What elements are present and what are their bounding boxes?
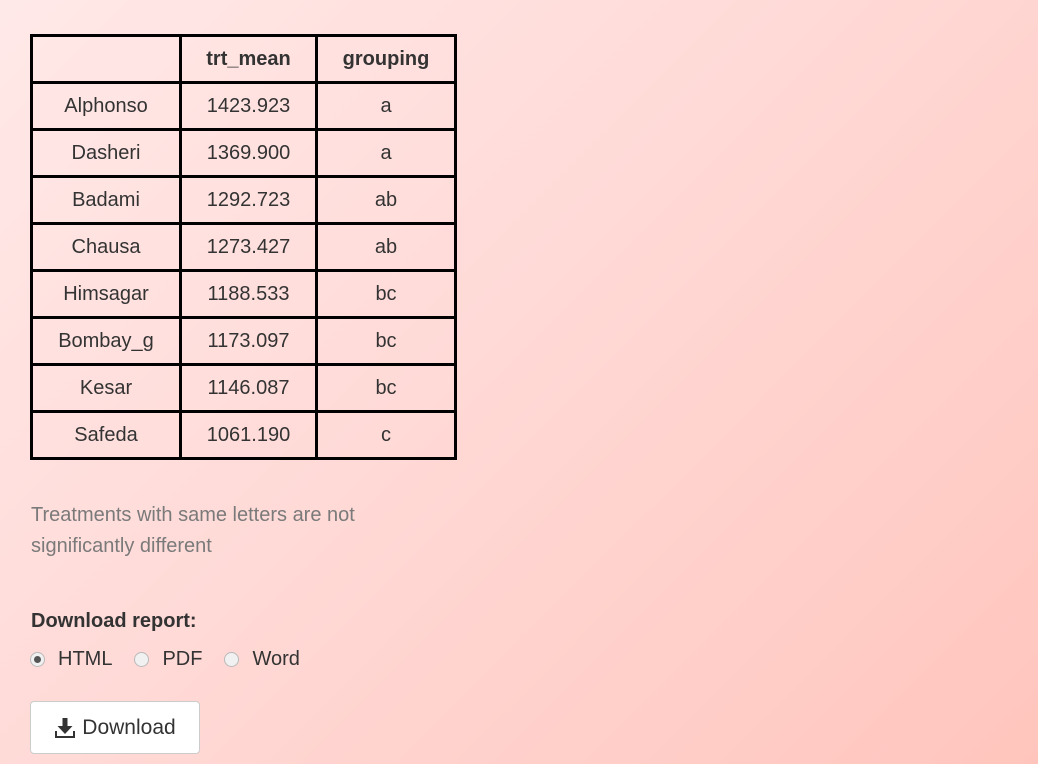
grouping-cell: bc — [315, 363, 457, 413]
radio-pdf[interactable]: PDF — [134, 648, 202, 671]
radio-html-button[interactable] — [30, 652, 45, 667]
table-row: Kesar 1146.087 bc — [30, 363, 457, 413]
radio-html[interactable]: HTML — [30, 648, 112, 671]
grouping-cell: a — [315, 128, 457, 178]
treatment-cell: Kesar — [30, 363, 182, 413]
grouping-cell: a — [315, 81, 457, 131]
trt-mean-cell: 1173.097 — [179, 316, 318, 366]
table-row: Bombay_g 1173.097 bc — [30, 316, 457, 366]
header-cell-grouping: grouping — [315, 34, 457, 84]
table-header-row: trt_mean grouping — [30, 34, 457, 84]
trt-mean-cell: 1292.723 — [179, 175, 318, 225]
download-report-label: Download report: — [31, 610, 197, 632]
radio-word-label: Word — [252, 648, 300, 670]
treatment-cell: Chausa — [30, 222, 182, 272]
treatment-cell: Alphonso — [30, 81, 182, 131]
grouping-cell: ab — [315, 222, 457, 272]
table-row: Alphonso 1423.923 a — [30, 81, 457, 131]
trt-mean-cell: 1273.427 — [179, 222, 318, 272]
report-format-radio-group: HTML PDF Word — [30, 648, 322, 671]
trt-mean-cell: 1423.923 — [179, 81, 318, 131]
table-row: Himsagar 1188.533 bc — [30, 269, 457, 319]
results-table: trt_mean grouping Alphonso 1423.923 a Da… — [30, 34, 457, 460]
table-row: Safeda 1061.190 c — [30, 410, 457, 460]
table-row: Dasheri 1369.900 a — [30, 128, 457, 178]
treatment-cell: Safeda — [30, 410, 182, 460]
download-button-label: Download — [82, 715, 176, 739]
grouping-cell: bc — [315, 269, 457, 319]
trt-mean-cell: 1369.900 — [179, 128, 318, 178]
download-icon — [55, 717, 76, 738]
header-cell-trt-mean: trt_mean — [179, 34, 318, 84]
download-button[interactable]: Download — [30, 701, 200, 754]
treatment-cell: Badami — [30, 175, 182, 225]
trt-mean-cell: 1146.087 — [179, 363, 318, 413]
table-row: Badami 1292.723 ab — [30, 175, 457, 225]
treatment-cell: Himsagar — [30, 269, 182, 319]
table-row: Chausa 1273.427 ab — [30, 222, 457, 272]
grouping-cell: c — [315, 410, 457, 460]
radio-pdf-button[interactable] — [134, 652, 150, 667]
treatment-cell: Dasheri — [30, 128, 182, 178]
radio-word-button[interactable] — [224, 652, 240, 667]
radio-word[interactable]: Word — [224, 648, 300, 671]
trt-mean-cell: 1188.533 — [179, 269, 318, 319]
trt-mean-cell: 1061.190 — [179, 410, 318, 460]
radio-pdf-label: PDF — [162, 648, 203, 670]
header-cell-blank — [30, 34, 182, 84]
significance-note: Treatments with same letters are not sig… — [31, 504, 355, 557]
grouping-cell: bc — [315, 316, 457, 366]
radio-html-label: HTML — [58, 648, 113, 670]
treatment-cell: Bombay_g — [30, 316, 182, 366]
grouping-cell: ab — [315, 175, 457, 225]
